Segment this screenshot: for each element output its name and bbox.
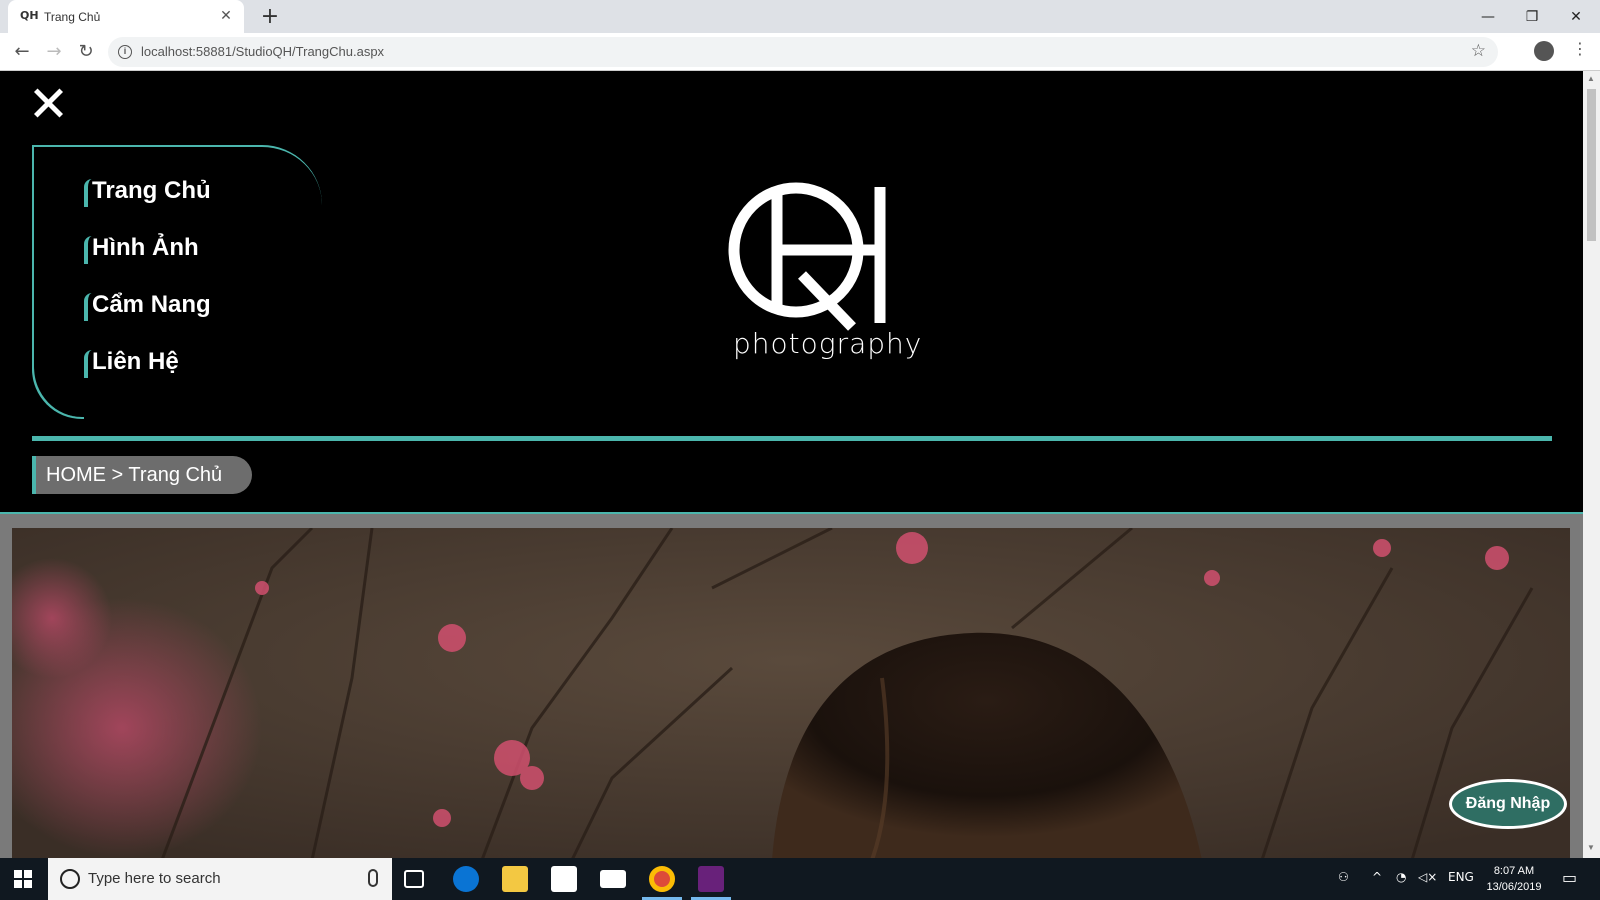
info-icon[interactable]: i (118, 45, 132, 59)
browser-menu-icon[interactable]: ⋮ (1572, 39, 1588, 58)
task-view-icon[interactable] (404, 870, 424, 888)
chrome-icon[interactable] (649, 866, 675, 892)
bookmark-star-icon[interactable]: ☆ (1471, 41, 1486, 61)
notifications-icon[interactable]: ▭ (1562, 868, 1577, 887)
menu-item-cam-nang[interactable]: Cẩm Nang (84, 291, 211, 321)
window-close-icon[interactable]: ✕ (1556, 4, 1596, 30)
volume-muted-icon[interactable]: ◁× (1418, 870, 1437, 884)
close-menu-icon[interactable] (32, 87, 64, 119)
minimize-icon[interactable]: — (1468, 4, 1508, 30)
page-content: Trang Chủ Hình Ảnh Cẩm Nang Liên Hệ phot… (0, 71, 1583, 858)
clock[interactable]: 8:07 AM 13/06/2019 (1484, 863, 1544, 895)
new-tab-icon[interactable]: + (258, 5, 282, 29)
tab-title: Trang Chủ (44, 10, 101, 24)
people-icon[interactable]: ⚇ (1338, 870, 1349, 884)
forward-icon[interactable]: → (42, 40, 66, 64)
file-explorer-icon[interactable] (502, 866, 528, 892)
page-scrollbar[interactable]: ▲ ▼ (1583, 71, 1600, 858)
login-button[interactable]: Đăng Nhập (1449, 779, 1567, 829)
hero-photo (12, 528, 1570, 858)
breadcrumb-text: HOME > Trang Chủ (46, 464, 223, 486)
header-divider (32, 436, 1552, 441)
address-bar[interactable]: i localhost:58881/StudioQH/TrangChu.aspx… (108, 37, 1498, 67)
store-icon[interactable] (551, 866, 577, 892)
cortana-icon (60, 869, 80, 889)
windows-start-icon[interactable] (14, 870, 32, 888)
browser-toolbar: ← → ↻ i localhost:58881/StudioQH/TrangCh… (0, 33, 1600, 71)
tab-favicon-icon: QH (20, 9, 39, 22)
network-icon[interactable]: ◔ (1396, 870, 1406, 884)
clock-date: 13/06/2019 (1486, 881, 1542, 893)
scroll-up-icon[interactable]: ▲ (1587, 74, 1595, 83)
taskbar-search-placeholder: Type here to search (88, 870, 221, 887)
restore-icon[interactable]: ❐ (1512, 4, 1552, 30)
scroll-thumb[interactable] (1587, 89, 1596, 241)
clock-time: 8:07 AM (1493, 865, 1535, 877)
nav-menu: Trang Chủ Hình Ảnh Cẩm Nang Liên Hệ (32, 145, 322, 419)
tab-close-icon[interactable]: ✕ (218, 8, 234, 24)
windows-taskbar: Type here to search ⚇ ^ ◔ ◁× ENG 8:07 AM… (0, 858, 1600, 900)
microphone-icon[interactable] (368, 869, 378, 887)
reload-icon[interactable]: ↻ (74, 40, 98, 64)
language-indicator[interactable]: ENG (1448, 870, 1474, 884)
breadcrumb: HOME > Trang Chủ (32, 456, 252, 494)
profile-icon[interactable] (1534, 41, 1554, 61)
browser-tab-bar: QH Trang Chủ ✕ + — ❐ ✕ (0, 0, 1600, 33)
hero-frame (0, 512, 1583, 858)
edge-icon[interactable] (453, 866, 479, 892)
browser-tab[interactable]: QH Trang Chủ ✕ (8, 0, 244, 33)
scroll-down-icon[interactable]: ▼ (1587, 843, 1595, 852)
visual-studio-icon[interactable] (698, 866, 724, 892)
menu-item-lien-he[interactable]: Liên Hệ (84, 348, 179, 378)
url-text[interactable]: localhost:58881/StudioQH/TrangChu.aspx (141, 44, 384, 59)
tray-chevron-icon[interactable]: ^ (1372, 870, 1382, 884)
menu-item-trang-chu[interactable]: Trang Chủ (84, 177, 211, 207)
back-icon[interactable]: ← (10, 40, 34, 64)
menu-item-hinh-anh[interactable]: Hình Ảnh (84, 234, 199, 264)
logo-text: photography (733, 327, 923, 360)
taskbar-search[interactable]: Type here to search (48, 858, 392, 900)
mail-icon[interactable] (600, 870, 626, 888)
